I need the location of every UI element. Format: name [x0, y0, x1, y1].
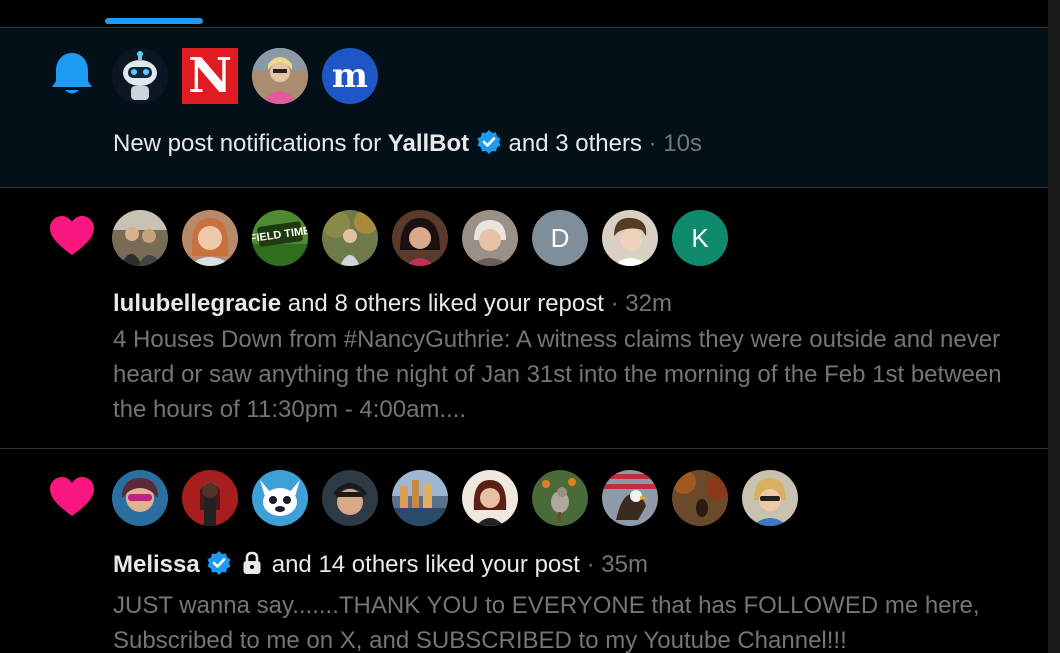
n-logo-text: N — [188, 48, 232, 104]
avatar[interactable] — [182, 210, 238, 266]
user-name[interactable]: YallBot — [388, 130, 469, 157]
post-snippet[interactable]: 4 Houses Down from #NancyGuthrie: A witn… — [113, 322, 1013, 427]
notifications-page: N m New post notifications for YallBot a… — [0, 0, 1048, 653]
avatar-row — [112, 470, 798, 526]
action-text: and 14 others liked your post — [271, 551, 580, 578]
verified-badge-icon — [206, 550, 232, 576]
scrollbar-track[interactable] — [1048, 0, 1060, 653]
avatar[interactable] — [322, 470, 378, 526]
avatar-row: N m — [112, 48, 378, 104]
heart-icon — [48, 474, 96, 522]
notification-new-post[interactable]: N m New post notifications for YallBot a… — [0, 28, 1048, 188]
avatar[interactable] — [602, 210, 658, 266]
avatar[interactable] — [182, 470, 238, 526]
notification-like-post[interactable]: Melissa and 14 others liked your post · … — [0, 449, 1048, 653]
avatar[interactable] — [112, 470, 168, 526]
avatar[interactable] — [322, 210, 378, 266]
timestamp: · 10s — [648, 130, 702, 157]
avatar[interactable] — [462, 470, 518, 526]
m-logo-text: m — [332, 56, 368, 96]
avatar[interactable] — [602, 470, 658, 526]
avatar[interactable] — [252, 48, 308, 104]
avatar[interactable] — [112, 210, 168, 266]
post-snippet[interactable]: JUST wanna say.......THANK YOU to EVERYO… — [113, 588, 1013, 653]
action-text: and 8 others liked your repost — [287, 290, 604, 317]
avatar[interactable] — [392, 470, 448, 526]
bell-icon — [48, 49, 96, 97]
notification-headline: Melissa and 14 others liked your post · … — [113, 549, 648, 581]
avatar[interactable] — [252, 470, 308, 526]
avatar-row: FIELD TIME D K — [112, 210, 728, 266]
timestamp: · 35m — [586, 551, 648, 578]
avatar-initial: D — [550, 222, 570, 253]
avatar[interactable]: FIELD TIME — [252, 210, 308, 266]
notification-headline: lulubellegracie and 8 others liked your … — [113, 288, 672, 320]
avatar[interactable] — [462, 210, 518, 266]
heart-icon — [48, 213, 96, 261]
user-name[interactable]: lulubellegracie — [113, 290, 281, 317]
avatar[interactable]: N — [182, 48, 238, 104]
notification-headline: New post notifications for YallBot and 3… — [113, 128, 702, 160]
active-tab-indicator — [105, 18, 203, 24]
lock-icon — [239, 550, 265, 576]
others-text: and 3 others — [508, 130, 642, 157]
avatar[interactable] — [112, 48, 168, 104]
avatar[interactable] — [532, 470, 588, 526]
avatar[interactable]: m — [322, 48, 378, 104]
tab-strip — [0, 0, 1048, 28]
headline-prefix: New post notifications for — [113, 130, 382, 157]
timestamp: · 32m — [610, 290, 672, 317]
avatar[interactable] — [742, 470, 798, 526]
avatar[interactable] — [672, 470, 728, 526]
user-name[interactable]: Melissa — [113, 551, 200, 578]
verified-badge-icon — [476, 129, 502, 155]
notification-like-repost[interactable]: FIELD TIME D K lulubellegracie and 8 oth… — [0, 188, 1048, 449]
avatar[interactable] — [392, 210, 448, 266]
avatar[interactable]: D — [532, 210, 588, 266]
avatar-initial: K — [691, 222, 709, 253]
avatar[interactable]: K — [672, 210, 728, 266]
